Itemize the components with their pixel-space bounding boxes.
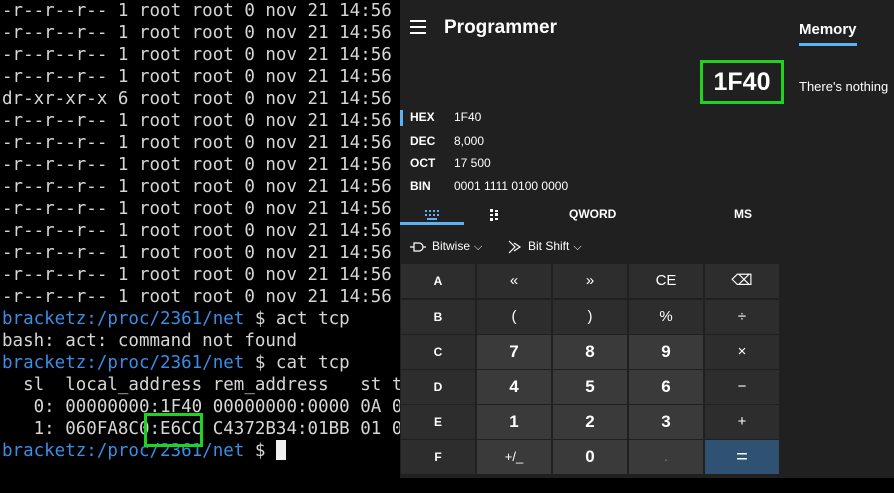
terminal-window[interactable]: -r--r--r-- 1 root root 0 nov 21 14:56 sn… — [0, 0, 400, 493]
memory-tab[interactable]: Memory — [799, 21, 857, 38]
prompt-command: $ act tcp — [244, 309, 350, 329]
terminal-line: -r--r--r-- 1 root root 0 nov 21 14:56 ud — [2, 199, 400, 219]
key-clear-entry[interactable]: CE — [629, 264, 703, 298]
keypad-tab-underline — [400, 222, 464, 225]
bit-shift-icon — [508, 240, 522, 254]
radix-hex[interactable]: HEX 1F40 — [410, 106, 481, 128]
terminal-line: dr-xr-xr-x 6 root root 0 nov 21 14:56 st — [2, 89, 400, 109]
hamburger-menu-icon[interactable] — [410, 20, 426, 36]
prompt-path: bracketz:/proc/2361/net — [2, 441, 245, 461]
key-open-paren[interactable]: ( — [477, 300, 551, 334]
decimal-key[interactable]: . — [629, 440, 703, 474]
radix-dec[interactable]: DEC 8,000 — [410, 130, 484, 152]
tcp-table-header: sl local_address rem_address st tx_ — [2, 375, 400, 395]
bit-toggling-icon — [490, 208, 498, 221]
terminal-line: -r--r--r-- 1 root root 0 nov 21 14:56 ud — [2, 177, 400, 197]
keypad-grid-icon — [425, 209, 439, 220]
key-e[interactable]: E — [401, 405, 475, 439]
terminal-line: -r--r--r-- 1 root root 0 nov 21 14:56 tc — [2, 133, 400, 153]
chevron-down-icon: ⌵ — [474, 241, 483, 253]
multiply-icon[interactable]: × — [705, 335, 779, 369]
negate-key[interactable]: +/_ — [477, 440, 551, 474]
prompt-path: bracketz:/proc/2361/net — [2, 353, 245, 373]
terminal-line: -r--r--r-- 1 root root 0 nov 21 14:56 un — [2, 243, 400, 263]
terminal-line: -r--r--r-- 1 root root 0 nov 21 14:56 sn — [2, 1, 400, 21]
terminal-prompt: bracketz:/proc/2361/net $ cat tcp — [2, 352, 350, 374]
key-modulo[interactable]: % — [629, 300, 703, 334]
key-rotate-right[interactable]: » — [553, 264, 627, 298]
terminal-line: -r--r--r-- 1 root root 0 nov 21 14:56 xf — [2, 287, 400, 307]
terminal-line: -r--r--r-- 1 root root 0 nov 21 14:56 tc — [2, 111, 400, 131]
key-close-paren[interactable]: ) — [553, 300, 627, 334]
terminal-line: -r--r--r-- 1 root root 0 nov 21 14:56 so — [2, 45, 400, 65]
key-6[interactable]: 6 — [629, 370, 703, 404]
radix-selected-marker — [400, 110, 403, 126]
terminal-line: -r--r--r-- 1 root root 0 nov 21 14:56 ud — [2, 221, 400, 241]
bit-shift-dropdown[interactable]: Bit Shift ⌵ — [508, 236, 582, 256]
terminal-prompt: bracketz:/proc/2361/net $ act tcp — [2, 308, 350, 330]
memory-tab-underline — [799, 43, 857, 46]
calculator-mode-title: Programmer — [444, 17, 557, 38]
terminal-line: -r--r--r-- 1 root root 0 nov 21 14:56 sn — [2, 23, 400, 43]
terminal-line: -r--r--r-- 1 root root 0 nov 21 14:56 so — [2, 67, 400, 87]
bit-shift-label: Bit Shift — [528, 239, 570, 253]
prompt-command: $ — [244, 441, 276, 461]
bitwise-label: Bitwise — [432, 239, 471, 253]
calculator-display: 1F40 — [700, 60, 784, 104]
minus-icon[interactable]: − — [705, 370, 779, 404]
plus-icon[interactable]: + — [705, 405, 779, 439]
key-1[interactable]: 1 — [477, 405, 551, 439]
bit-toggle-tab[interactable] — [480, 202, 510, 226]
prompt-path: bracketz:/proc/2361/net — [2, 309, 245, 329]
key-5[interactable]: 5 — [553, 370, 627, 404]
key-2[interactable]: 2 — [553, 405, 627, 439]
key-b[interactable]: B — [401, 300, 475, 334]
memory-store-button[interactable]: MS — [734, 207, 752, 221]
key-0[interactable]: 0 — [553, 440, 627, 474]
radix-bin[interactable]: BIN 0001 1111 0100 0000 — [410, 175, 568, 197]
key-f[interactable]: F — [401, 440, 475, 474]
key-3[interactable]: 3 — [629, 405, 703, 439]
memory-empty-text: There's nothing — [799, 79, 889, 94]
key-9[interactable]: 9 — [629, 335, 703, 369]
prompt-command: $ cat tcp — [244, 353, 350, 373]
bitwise-gate-icon — [410, 242, 426, 252]
equals-button[interactable]: = — [705, 440, 779, 474]
bitwise-dropdown[interactable]: Bitwise ⌵ — [410, 236, 482, 256]
word-size-button[interactable]: QWORD — [569, 207, 616, 221]
terminal-line: -r--r--r-- 1 root root 0 nov 21 14:56 ud — [2, 155, 400, 175]
key-d[interactable]: D — [401, 370, 475, 404]
backspace-icon[interactable]: ⌫ — [705, 264, 779, 298]
key-7[interactable]: 7 — [477, 335, 551, 369]
divide-icon[interactable]: ÷ — [705, 300, 779, 334]
radix-oct[interactable]: OCT 17 500 — [410, 152, 491, 174]
terminal-error: bash: act: command not found — [2, 331, 298, 351]
key-8[interactable]: 8 — [553, 335, 627, 369]
chevron-down-icon: ⌵ — [573, 241, 582, 253]
terminal-line: -r--r--r-- 1 root root 0 nov 21 14:56 wi — [2, 265, 400, 285]
key-4[interactable]: 4 — [477, 370, 551, 404]
port-highlight-box — [144, 413, 203, 447]
key-rotate-left[interactable]: « — [477, 264, 551, 298]
key-a[interactable]: A — [401, 264, 475, 298]
terminal-cursor — [275, 439, 286, 460]
key-c[interactable]: C — [401, 335, 475, 369]
